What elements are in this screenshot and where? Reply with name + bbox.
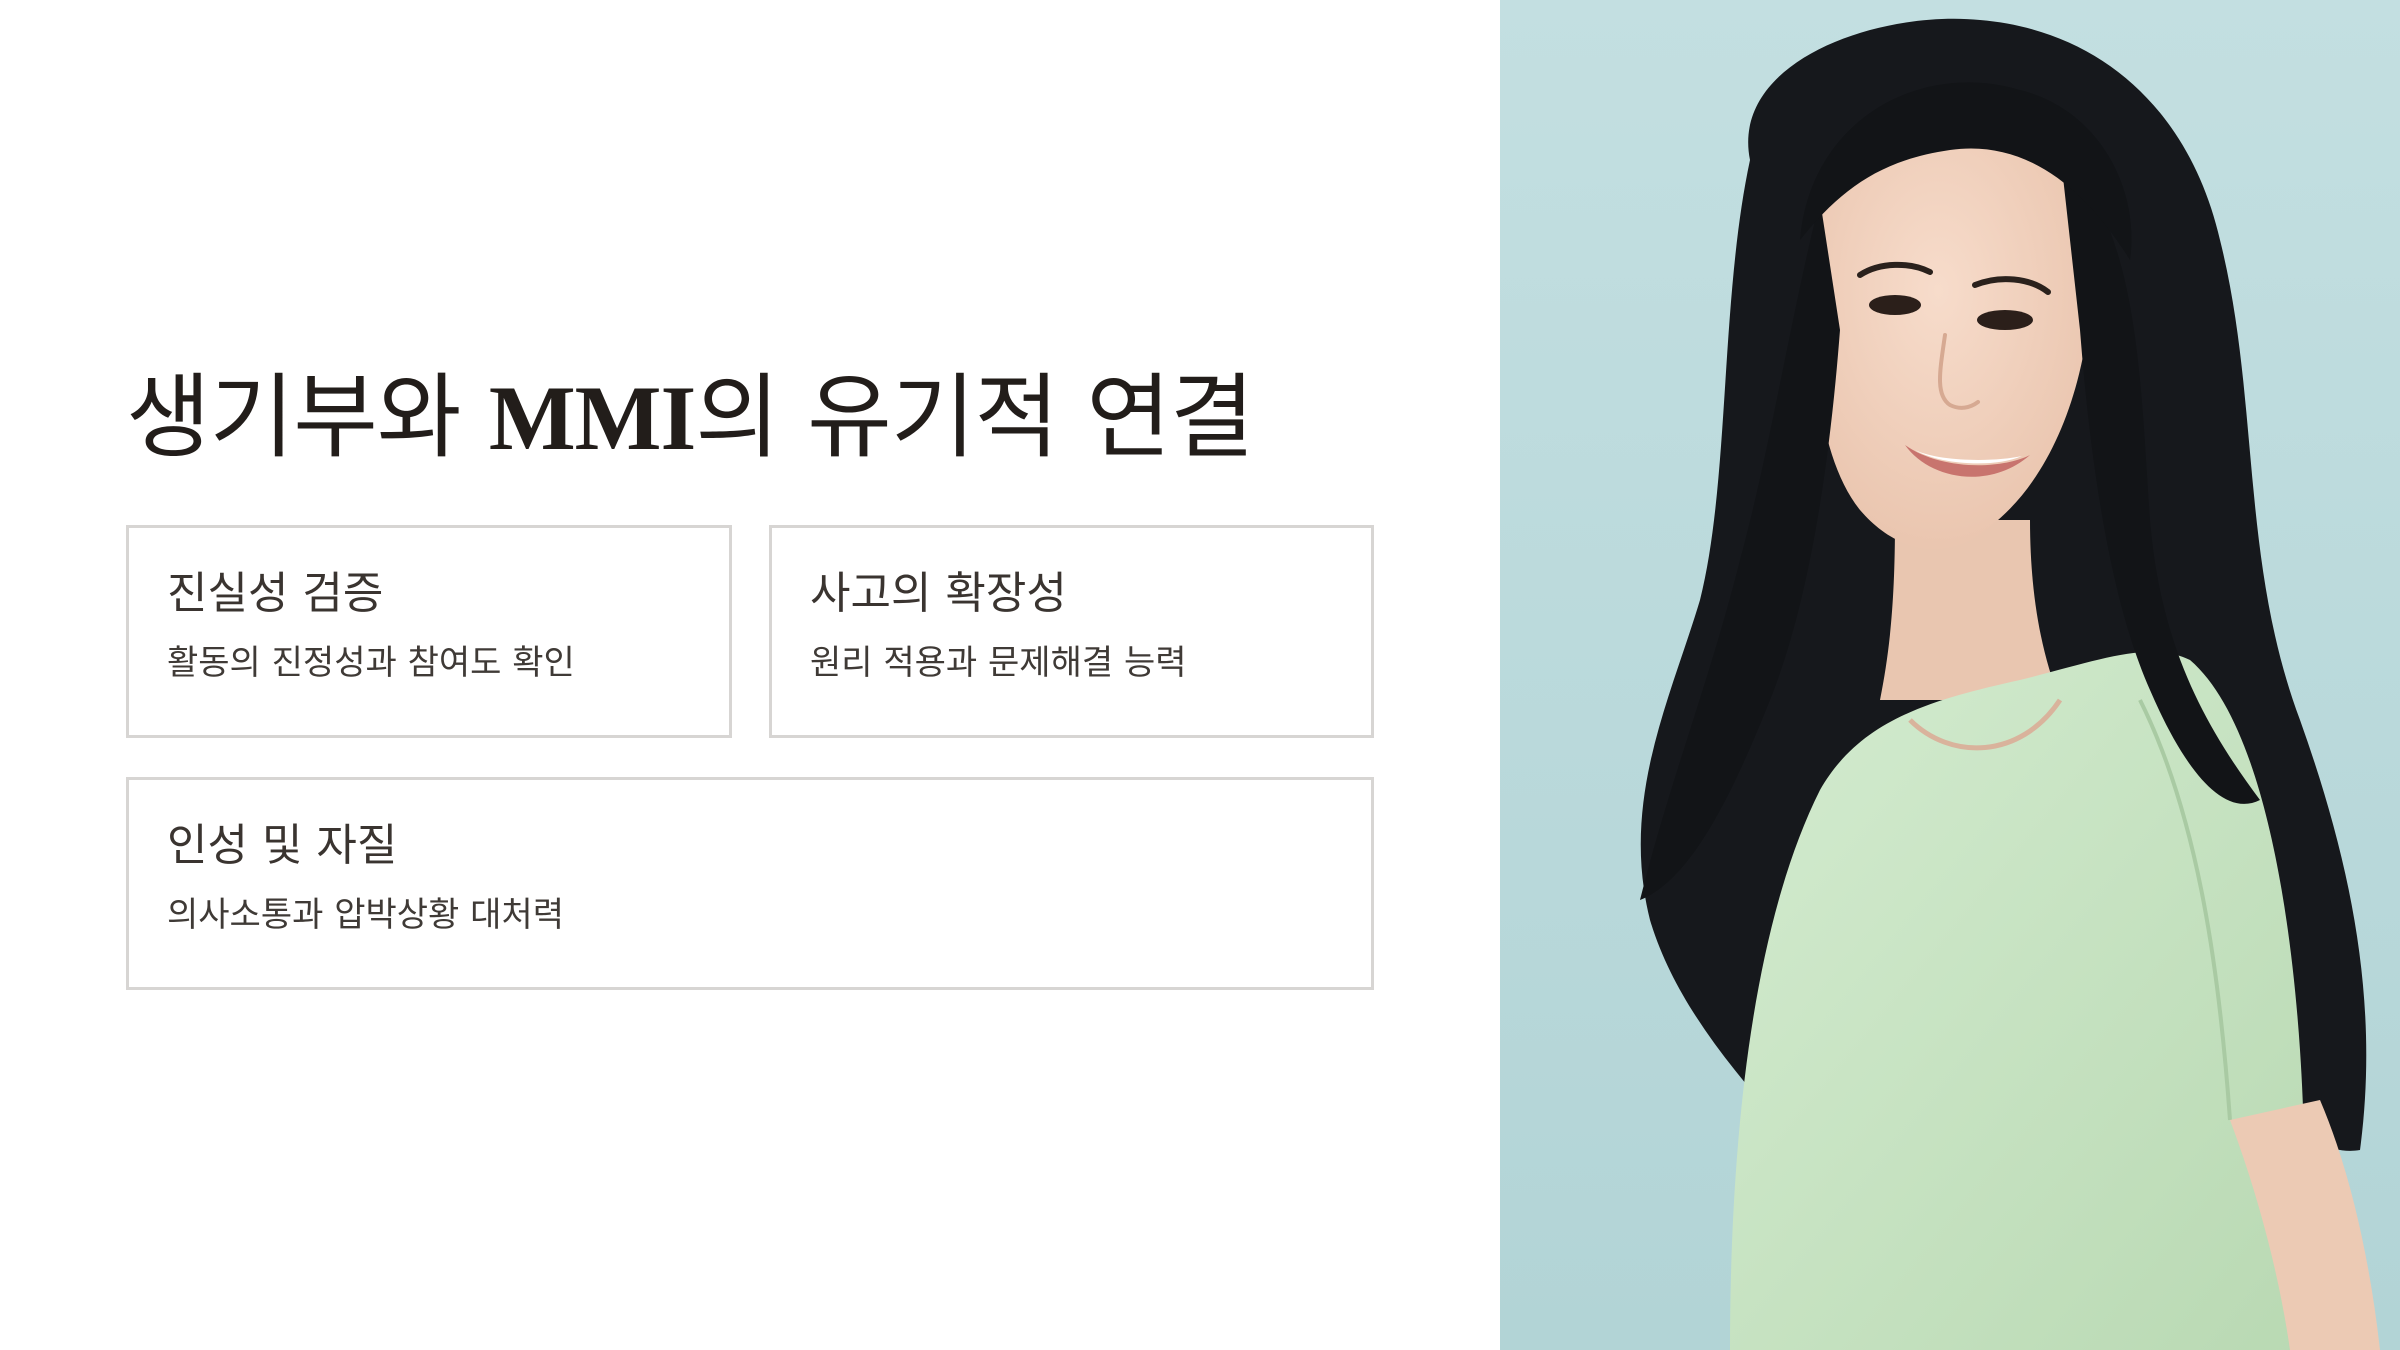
portrait-illustration bbox=[1500, 0, 2400, 1350]
title-latin: MMI bbox=[488, 367, 696, 469]
card-title: 진실성 검증 bbox=[167, 568, 384, 619]
card-title: 사고의 확장성 bbox=[810, 568, 1067, 619]
slide-title: 생기부와 MMI의 유기적 연결 bbox=[126, 358, 1255, 478]
card-title: 인성 및 자질 bbox=[167, 820, 398, 871]
card-thinking-expansion: 사고의 확장성 원리 적용과 문제해결 능력 bbox=[769, 525, 1374, 738]
card-description: 원리 적용과 문제해결 능력 bbox=[810, 643, 1187, 683]
right-eye bbox=[1977, 310, 2033, 330]
left-eye bbox=[1869, 295, 1921, 315]
slide: 생기부와 MMI의 유기적 연결 진실성 검증 활동의 진정성과 참여도 확인 … bbox=[0, 0, 2400, 1350]
title-prefix: 생기부와 bbox=[126, 364, 489, 471]
card-description: 의사소통과 압박상황 대처력 bbox=[167, 895, 564, 935]
portrait-photo bbox=[1500, 0, 2400, 1350]
card-authenticity: 진실성 검증 활동의 진정성과 참여도 확인 bbox=[126, 525, 732, 738]
title-suffix: 의 유기적 연결 bbox=[695, 364, 1254, 471]
card-character: 인성 및 자질 의사소통과 압박상황 대처력 bbox=[126, 777, 1374, 990]
card-description: 활동의 진정성과 참여도 확인 bbox=[167, 643, 575, 683]
